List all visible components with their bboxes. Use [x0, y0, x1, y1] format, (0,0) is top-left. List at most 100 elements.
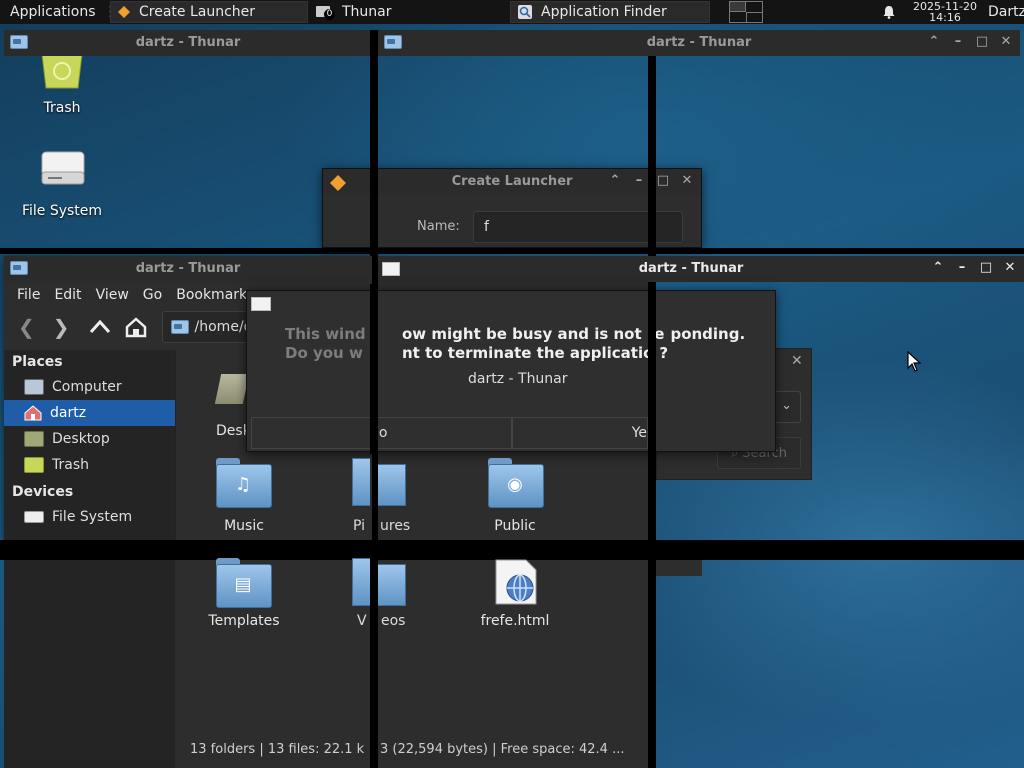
close-button[interactable]: ✕ [1002, 260, 1018, 275]
sidebar-item-computer[interactable]: Computer [4, 374, 175, 400]
titlebar[interactable]: Create Launcher ⌃ – □ ✕ [323, 169, 701, 195]
no-button[interactable]: lo [374, 417, 512, 449]
workspace-switcher[interactable] [729, 1, 763, 23]
titlebar[interactable]: dartz - Thunar [4, 30, 372, 56]
yes-button-label: Ye [631, 425, 647, 441]
trash-small-icon [24, 457, 44, 473]
desktop-folder-icon [24, 431, 44, 447]
clock-time: 14:16 [929, 11, 961, 24]
close-button[interactable]: ✕ [791, 353, 803, 369]
window-title: dartz - Thunar [135, 35, 241, 50]
templates-folder-icon[interactable]: ▤ [216, 558, 272, 608]
clock[interactable]: 2025-11-20 14:16 [912, 1, 978, 23]
thunar-task-badge: 0 [324, 9, 335, 20]
thunar-window-topleft: dartz - Thunar [4, 30, 372, 248]
close-button[interactable]: ✕ [679, 173, 695, 188]
menu-file[interactable]: File [10, 287, 47, 303]
sidebar-item-label: File System [52, 509, 133, 525]
pictures-folder-partial-icon[interactable] [352, 458, 370, 506]
minimize-button[interactable]: – [950, 34, 966, 49]
warning-dialog-right-part: ow might be busy and is not re ponding. n… [374, 290, 776, 452]
forward-icon[interactable]: ❯ [53, 315, 70, 339]
thunar-task-icon: 0 [316, 4, 335, 20]
warning-line2-end: ? [659, 344, 669, 362]
videos-folder-partial-icon-right[interactable] [378, 564, 406, 606]
notification-bell-icon[interactable] [882, 5, 896, 19]
workspace-4[interactable] [746, 12, 762, 22]
location-folder-icon [170, 320, 189, 334]
seam-vertical-left-bottom [370, 560, 378, 768]
sidebar-lower [4, 560, 175, 768]
sidebar: Places Computer dartz Desktop Trash Devi… [4, 350, 175, 540]
user-menu[interactable]: Dartz [988, 4, 1024, 20]
videos-folder-partial-icon[interactable] [352, 558, 370, 606]
home-folder-icon [24, 405, 42, 421]
titlebar[interactable]: dartz - Thunar [4, 256, 372, 282]
public-folder-icon[interactable]: ◉ [488, 458, 544, 508]
shade-button[interactable]: ⌃ [926, 34, 942, 49]
window-buttons: ⌃ – □ ✕ [926, 34, 1014, 49]
seam-vertical-right-bottom [648, 560, 656, 768]
menu-edit[interactable]: Edit [47, 287, 88, 303]
back-icon[interactable]: ❮ [18, 315, 35, 339]
thunar-window-topright: dartz - Thunar ⌃ – □ ✕ [378, 30, 1020, 56]
music-folder-icon[interactable]: ♫ [216, 458, 272, 508]
sidebar-item-label: Desktop [52, 431, 110, 447]
titlebar[interactable]: dartz - Thunar ⌃ – □ ✕ [378, 30, 1020, 56]
file-label-public: Public [494, 518, 536, 534]
maximize-button[interactable]: □ [655, 173, 671, 188]
file-label-music: Music [224, 518, 264, 534]
task-label: Create Launcher [139, 4, 256, 20]
home-icon[interactable] [124, 316, 148, 338]
minimize-button[interactable]: – [954, 260, 970, 275]
shade-button[interactable]: ⌃ [607, 173, 623, 188]
pictures-folder-partial-icon-right[interactable] [378, 464, 406, 506]
menu-go[interactable]: Go [136, 287, 169, 303]
window-title: dartz - Thunar [638, 261, 744, 276]
app-finder-icon [518, 5, 532, 19]
parent-folder-icon[interactable] [88, 317, 112, 337]
shade-button[interactable]: ⌃ [930, 260, 946, 275]
maximize-button[interactable]: □ [978, 260, 994, 275]
yes-button[interactable]: Ye [512, 417, 648, 449]
task-application-finder[interactable]: Application Finder [510, 1, 710, 23]
task-create-launcher[interactable]: Create Launcher [110, 1, 308, 23]
sidebar-item-label: dartz [50, 405, 87, 421]
sidebar-item-trash[interactable]: Trash [4, 452, 175, 478]
thunar-window-main-right: dartz - Thunar ⌃ – □ ✕ [378, 256, 1024, 282]
applications-menu[interactable]: Applications ⋮ [0, 1, 118, 23]
warning-message-line2: nt to terminate the applicatio? [402, 344, 668, 363]
file-label-frefe-html: frefe.html [480, 613, 550, 629]
file-label-pictures-left: Pi [353, 518, 366, 534]
minimize-button[interactable]: – [631, 173, 647, 188]
sidebar-devices-heading: Devices [12, 484, 74, 500]
warning-line1-end: ponding. [670, 325, 746, 343]
warning-message-line2-left: Do you w [285, 344, 363, 362]
computer-icon [24, 379, 44, 395]
sidebar-item-label: Computer [52, 379, 122, 395]
menu-view[interactable]: View [89, 287, 136, 303]
applications-label: Applications [10, 4, 96, 20]
name-label: Name: [417, 219, 460, 234]
drive-icon [24, 511, 44, 523]
task-thunar[interactable]: 0 Thunar [310, 1, 510, 23]
seam-vertical-left-overlay [370, 284, 378, 454]
no-button-left-part[interactable] [251, 417, 371, 449]
titlebar[interactable]: dartz - Thunar ⌃ – □ ✕ [378, 256, 1024, 282]
html-file-icon[interactable] [492, 558, 540, 606]
sidebar-item-dartz[interactable]: dartz [4, 400, 175, 426]
window-buttons: ⌃ – □ ✕ [930, 260, 1018, 275]
window-title: dartz - Thunar [646, 35, 752, 50]
sidebar-item-desktop[interactable]: Desktop [4, 426, 175, 452]
seam-horizontal-top [0, 248, 1024, 254]
task-label: Thunar [342, 4, 392, 20]
sidebar-item-file-system[interactable]: File System [4, 504, 175, 530]
workspace-1[interactable] [730, 2, 746, 12]
maximize-button[interactable]: □ [974, 34, 990, 49]
window-title: dartz - Thunar [135, 261, 241, 276]
status-bar-right: 3 (22,594 bytes) | Free space: 42.4 ... [380, 742, 625, 757]
file-label-templates: Templates [208, 613, 280, 629]
status-bar-left: 13 folders | 13 files: 22.1 k [190, 742, 365, 757]
close-button[interactable]: ✕ [998, 34, 1014, 49]
file-label-videos-left: V [357, 613, 367, 629]
